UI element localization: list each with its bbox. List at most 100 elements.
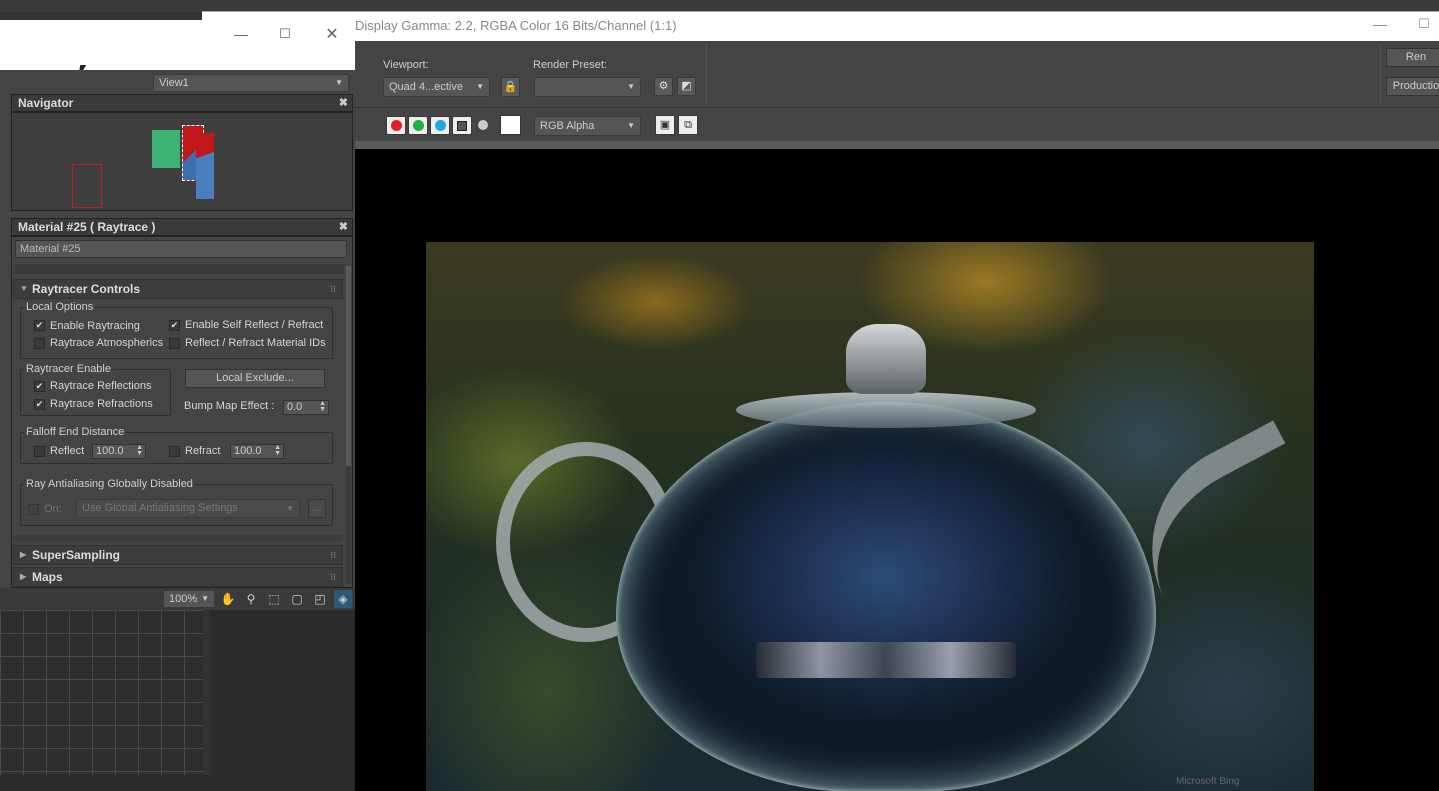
chevron-down-icon: ▼: [201, 594, 209, 603]
spinner-arrows-icon[interactable]: ▲ ▼: [319, 400, 326, 413]
raytracer-enable-label: Raytracer Enable: [24, 363, 113, 375]
close-icon[interactable]: ✖: [339, 219, 348, 235]
production-dropdown[interactable]: Productio: [1386, 77, 1439, 96]
antialias-options-button[interactable]: ...: [308, 499, 326, 518]
refract-falloff-spinner[interactable]: 100.0 ▲ ▼: [230, 444, 284, 459]
render-button[interactable]: Ren: [1386, 48, 1439, 67]
material-editor-titlebar[interactable]: [0, 20, 355, 70]
reflect-falloff-value: 100.0: [96, 445, 124, 457]
raytrace-atmospherics-checkbox[interactable]: [34, 338, 45, 349]
antialias-on-checkbox[interactable]: [28, 504, 39, 515]
chevron-down-icon: ▼: [335, 78, 343, 87]
viewport-grid[interactable]: [0, 610, 203, 775]
scrollbar-thumb[interactable]: [346, 266, 351, 466]
pan-hand-icon[interactable]: ✋: [219, 590, 237, 608]
zoom-value: 100%: [169, 593, 198, 605]
blue-dot-icon: [434, 120, 446, 131]
render-setup-icon[interactable]: ⚙: [654, 77, 673, 96]
clone-window-icon[interactable]: ⧉: [678, 115, 698, 135]
antialias-dropdown[interactable]: Use Global Antialiasing Settings ▼: [76, 499, 300, 518]
render-preset-label: Render Preset:: [533, 59, 607, 71]
minimize-icon[interactable]: —: [1372, 16, 1388, 32]
zoom-region-icon[interactable]: ⬚: [265, 590, 283, 608]
chevron-down-icon: ▼: [286, 504, 294, 513]
spinner-arrows-icon[interactable]: ▲ ▼: [136, 444, 143, 457]
channel-value: RGB Alpha: [540, 120, 595, 132]
maps-rollout[interactable]: ▶ Maps ⁝⁝: [13, 567, 343, 587]
viewport-label: Viewport:: [383, 59, 429, 71]
antialias-value: Use Global Antialiasing Settings: [82, 502, 238, 514]
local-exclude-button[interactable]: Local Exclude...: [185, 369, 325, 388]
blue-channel-toggle[interactable]: [430, 116, 450, 135]
red-channel-toggle[interactable]: [386, 116, 406, 135]
zoom-extents-icon[interactable]: ▢: [288, 590, 306, 608]
zoom-icon[interactable]: ⚲: [242, 590, 260, 608]
view-value: View1: [159, 77, 189, 89]
close-icon[interactable]: ✕: [323, 24, 341, 43]
chevron-down-icon: ▼: [627, 121, 635, 130]
channel-dropdown[interactable]: RGB Alpha ▼: [534, 116, 641, 136]
display-window-icon[interactable]: ▣: [655, 115, 675, 135]
maximize-icon[interactable]: ☐: [277, 26, 293, 42]
zoom-selected-icon[interactable]: ◰: [311, 590, 329, 608]
teapot-reflection-band: [756, 642, 1016, 678]
toolbar-separator: [1380, 44, 1381, 102]
raytracer-controls-rollout[interactable]: ▼ Raytracer Controls ⁝⁝: [13, 279, 343, 299]
reflect-falloff-label: Reflect: [50, 445, 85, 457]
material-name-field[interactable]: Material #25: [15, 240, 347, 258]
raytrace-reflections-checkbox[interactable]: ✔: [34, 381, 45, 392]
enable-raytracing-checkbox[interactable]: ✔: [34, 320, 45, 331]
minimize-icon[interactable]: —: [233, 26, 249, 42]
antialiasing-label: Ray Antialiasing Globally Disabled: [24, 478, 195, 490]
render-frame-border: [355, 141, 1439, 149]
close-icon[interactable]: ✖: [339, 95, 348, 111]
teapot-body: [616, 402, 1156, 791]
spinner-arrows-icon[interactable]: ▲ ▼: [274, 444, 281, 457]
reflect-falloff-checkbox[interactable]: [34, 446, 45, 457]
maximize-icon[interactable]: ☐: [1416, 16, 1432, 32]
viewport-bottom-strip: [0, 775, 210, 791]
grip-icon: ⁝⁝: [330, 572, 336, 582]
material-title: Material #25 ( Raytrace ): [18, 220, 156, 234]
toolbar-separator: [706, 44, 707, 102]
enable-self-reflect-checkbox[interactable]: ✔: [169, 320, 180, 331]
reflect-refract-ids-checkbox[interactable]: [169, 338, 180, 349]
viewport-dropdown[interactable]: Quad 4...ective ▼: [383, 77, 490, 97]
navigator-node-green: [152, 130, 180, 168]
alpha-square-icon: [457, 121, 467, 131]
render-preset-dropdown[interactable]: ▼: [534, 77, 641, 97]
render-frame-title: Display Gamma: 2.2, RGBA Color 16 Bits/C…: [355, 18, 677, 33]
green-dot-icon: [412, 120, 424, 131]
zoom-dropdown[interactable]: 100% ▼: [163, 590, 215, 608]
mono-channel-icon[interactable]: [478, 120, 488, 130]
navigator-node-outline: [72, 164, 102, 208]
viewport-value: Quad 4...ective: [389, 81, 463, 93]
triangle-down-icon: ▼: [20, 284, 28, 293]
view-dropdown[interactable]: View1 ▼: [153, 74, 349, 92]
supersampling-rollout[interactable]: ▶ SuperSampling ⁝⁝: [13, 545, 343, 565]
rollout-title: Maps: [32, 570, 63, 584]
raytrace-reflections-label: Raytrace Reflections: [50, 380, 152, 392]
alpha-channel-toggle[interactable]: [452, 116, 472, 135]
red-dot-icon: [390, 120, 402, 131]
rendered-image: Microsoft Bing: [426, 242, 1314, 791]
reflect-falloff-spinner[interactable]: 100.0 ▲ ▼: [92, 444, 146, 459]
navigator-node-blue: [196, 133, 214, 199]
teapot-knob: [846, 324, 926, 394]
refract-falloff-checkbox[interactable]: [169, 446, 180, 457]
navigator-title: Navigator: [18, 96, 74, 110]
color-swatch[interactable]: [500, 115, 521, 135]
navigator-area[interactable]: [11, 112, 353, 211]
bump-map-value: 0.0: [287, 401, 303, 413]
pan-active-icon[interactable]: ◈: [334, 590, 352, 608]
raytrace-refractions-checkbox[interactable]: ✔: [34, 399, 45, 410]
grip-icon: ⁝⁝: [330, 284, 336, 294]
bump-map-spinner[interactable]: 0.0 ▲ ▼: [283, 400, 329, 415]
lock-icon[interactable]: 🔒: [501, 77, 520, 97]
navigator-header[interactable]: Navigator ✖: [11, 94, 353, 112]
material-panel-header[interactable]: Material #25 ( Raytrace ) ✖: [11, 218, 353, 236]
environment-icon[interactable]: ◩: [677, 77, 696, 96]
local-options-group: [20, 307, 333, 359]
green-channel-toggle[interactable]: [408, 116, 428, 135]
chevron-down-icon: ▼: [627, 82, 635, 91]
